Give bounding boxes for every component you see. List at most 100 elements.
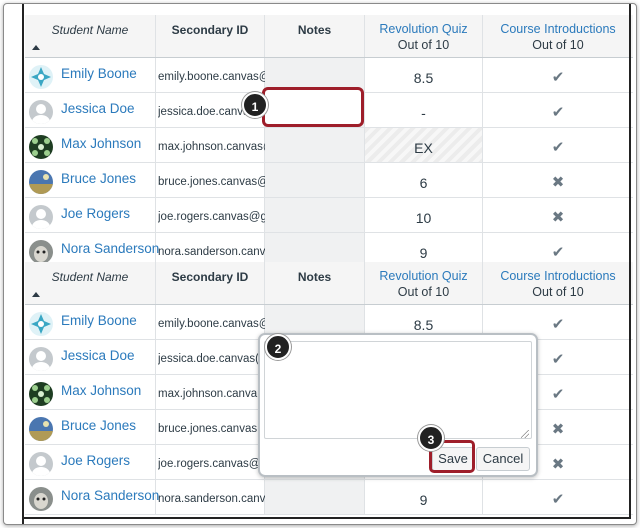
grade-cell[interactable]: 9: [365, 480, 483, 514]
score-value: 8.5: [413, 70, 434, 86]
resize-grip-icon[interactable]: [521, 430, 529, 438]
student-name-cell: Nora Sanderson: [25, 480, 159, 514]
callout-2-badge: 2: [265, 334, 291, 360]
column-header-label: Student Name: [51, 23, 129, 37]
student-name-cell: Emily Boone: [25, 305, 156, 339]
secondary-id-text: joe.rogers.canvas@: [158, 458, 261, 470]
sort-ascending-icon[interactable]: [32, 292, 40, 297]
column-header-student-name[interactable]: Student Name: [25, 262, 156, 304]
secondary-id-text: bruce.jones.canvas: [158, 423, 258, 435]
notes-cell-highlight[interactable]: [262, 87, 364, 127]
points-possible-label: Out of 10: [532, 285, 584, 299]
grade-cell[interactable]: ✖: [483, 198, 633, 232]
student-name-link[interactable]: Nora Sanderson: [61, 488, 159, 503]
student-name-link[interactable]: Jessica Doe: [61, 101, 135, 116]
column-header-notes[interactable]: Notes: [265, 15, 365, 57]
student-row: Max Johnson max.johnson.canvas@ EX ✔: [25, 128, 633, 163]
student-name-cell: Joe Rogers: [25, 198, 156, 232]
student-name-link[interactable]: Emily Boone: [61, 66, 137, 81]
dog-photo-avatar: [29, 487, 53, 511]
callout-1-badge: 1: [242, 92, 268, 118]
notes-textarea[interactable]: [264, 341, 532, 439]
student-name-cell: Jessica Doe: [25, 93, 156, 127]
grade-cell[interactable]: 10: [365, 198, 483, 232]
grade-cell[interactable]: -: [365, 93, 483, 127]
score-value: 9: [419, 492, 428, 508]
column-header-label: Secondary ID: [171, 270, 249, 284]
incomplete-x-icon: ✖: [551, 209, 565, 226]
column-header-revolution-quiz[interactable]: Revolution Quiz Out of 10: [365, 262, 483, 304]
points-possible-label: Out of 10: [397, 285, 450, 299]
secondary-id-cell: joe.rogers.canvas@g: [156, 198, 265, 232]
secondary-id-cell: emily.boone.canvas@: [156, 305, 265, 339]
default-avatar: [29, 347, 53, 371]
column-header-course-introductions[interactable]: Course Introductions Out of 10: [483, 15, 633, 57]
secondary-id-cell: nora.sanderson.canv: [156, 480, 265, 514]
notes-cell[interactable]: [265, 198, 365, 232]
student-name-link[interactable]: Bruce Jones: [61, 418, 136, 433]
secondary-id-cell: joe.rogers.canvas@: [156, 445, 265, 479]
assignment-link[interactable]: Revolution Quiz: [365, 22, 482, 36]
column-header-label: Notes: [297, 23, 332, 37]
green-pattern-avatar: [29, 382, 53, 406]
dog-photo-avatar: [29, 240, 53, 264]
complete-check-icon: ✔: [551, 491, 565, 508]
assignment-link[interactable]: Revolution Quiz: [365, 269, 482, 283]
student-name-cell: Max Johnson: [25, 128, 156, 162]
student-name-link[interactable]: Joe Rogers: [61, 206, 130, 221]
student-name-link[interactable]: Joe Rogers: [61, 453, 130, 468]
student-name-link[interactable]: Emily Boone: [61, 313, 137, 328]
column-header-secondary-id[interactable]: Secondary ID: [156, 262, 265, 304]
grade-cell[interactable]: ✔: [483, 93, 633, 127]
student-name-cell: Bruce Jones: [25, 410, 156, 444]
notes-cell[interactable]: [265, 480, 365, 514]
cancel-button[interactable]: Cancel: [476, 447, 530, 471]
student-row: Joe Rogers joe.rogers.canvas@g 10 ✖: [25, 198, 633, 233]
landscape-avatar: [29, 417, 53, 441]
student-name-cell: Bruce Jones: [25, 163, 156, 197]
secondary-id-text: max.johnson.canvas@: [158, 141, 265, 153]
student-name-link[interactable]: Bruce Jones: [61, 171, 136, 186]
column-header-label: Secondary ID: [171, 23, 249, 37]
assignment-link[interactable]: Course Introductions: [483, 269, 633, 283]
column-header-student-name[interactable]: Student Name: [25, 15, 156, 57]
student-name-link[interactable]: Max Johnson: [61, 136, 141, 151]
grade-cell[interactable]: ✔: [483, 58, 633, 92]
notes-cell[interactable]: [265, 128, 365, 162]
grade-cell[interactable]: 8.5: [365, 58, 483, 92]
student-name-link[interactable]: Jessica Doe: [61, 348, 135, 363]
grade-cell[interactable]: EX: [365, 128, 483, 162]
complete-check-icon: ✔: [551, 316, 565, 333]
secondary-id-cell: jessica.doe.canvas(: [156, 340, 265, 374]
notes-edit-popover: Save Cancel: [258, 333, 538, 477]
points-possible-label: Out of 10: [397, 38, 450, 52]
secondary-id-text: nora.sanderson.canv: [158, 246, 265, 258]
student-name-link[interactable]: Max Johnson: [61, 383, 141, 398]
notes-cell[interactable]: [265, 163, 365, 197]
grade-cell[interactable]: ✔: [483, 128, 633, 162]
secondary-id-text: bruce.jones.canvas@: [158, 176, 265, 188]
secondary-id-text: joe.rogers.canvas@g: [158, 211, 265, 223]
grade-cell[interactable]: ✖: [483, 163, 633, 197]
score-value: EX: [414, 140, 433, 156]
frame-bottom-rule: [22, 517, 631, 519]
column-header-revolution-quiz[interactable]: Revolution Quiz Out of 10: [365, 15, 483, 57]
score-value: 8.5: [413, 317, 434, 333]
column-header-label: Notes: [297, 270, 332, 284]
blue-pattern-avatar: [29, 312, 53, 336]
frame-left-rule: [22, 4, 24, 524]
secondary-id-cell: max.johnson.canvas@: [156, 128, 265, 162]
secondary-id-text: max.johnson.canva: [158, 388, 258, 400]
student-name-link[interactable]: Nora Sanderson: [61, 241, 159, 256]
column-header-secondary-id[interactable]: Secondary ID: [156, 15, 265, 57]
table-header-row: Student Name Secondary ID Notes Revolution …: [25, 262, 633, 305]
column-header-course-introductions[interactable]: Course Introductions Out of 10: [483, 262, 633, 304]
student-name-cell: Jessica Doe: [25, 340, 156, 374]
grade-cell[interactable]: ✔: [483, 480, 633, 514]
column-header-label: Student Name: [51, 270, 129, 284]
grade-cell[interactable]: 6: [365, 163, 483, 197]
assignment-link[interactable]: Course Introductions: [483, 22, 633, 36]
sort-ascending-icon[interactable]: [32, 45, 40, 50]
column-header-notes[interactable]: Notes: [265, 262, 365, 304]
complete-check-icon: ✔: [551, 104, 565, 121]
